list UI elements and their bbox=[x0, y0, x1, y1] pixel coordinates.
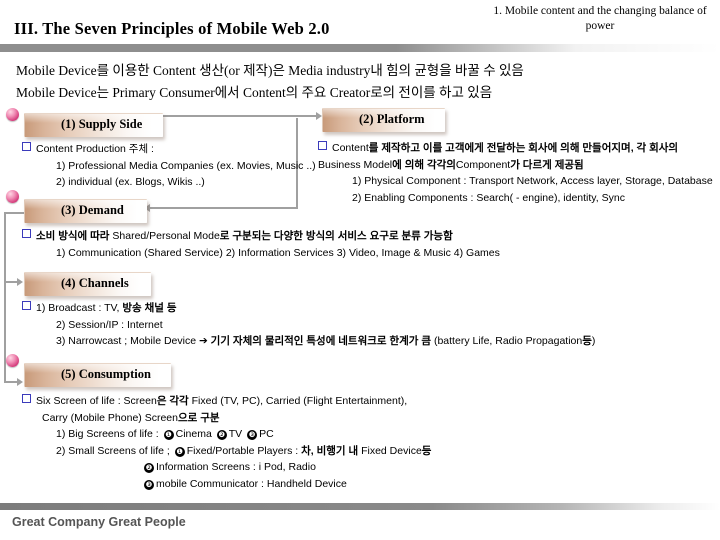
section-banner-demand-label: (3) Demand bbox=[61, 203, 124, 217]
arrow-spine-to-channels-icon bbox=[17, 278, 23, 286]
consumption-line-2: Carry (Mobile Phone) Screen으로 구분 bbox=[42, 411, 220, 424]
platform-line-3: 1) Physical Component : Transport Networ… bbox=[352, 175, 713, 187]
section-body-channels: 1) Broadcast : TV, 방송 채널 등 2) Session/IP… bbox=[22, 300, 642, 350]
platform-line-4: 2) Enabling Components : Search( - engin… bbox=[352, 191, 625, 204]
connector-spine-head bbox=[4, 212, 26, 214]
connector-platform-to-demand bbox=[150, 207, 298, 209]
circled-number-3-icon: ❸ bbox=[144, 479, 154, 490]
demand-line-2: 1) Communication (Shared Service) 2) Inf… bbox=[56, 246, 500, 259]
channels-line-2: 2) Session/IP : Internet bbox=[56, 318, 163, 331]
page-title: III. The Seven Principles of Mobile Web … bbox=[14, 19, 330, 38]
platform-line-1: Content를 제작하고 이를 고객에게 전달하는 회사에 의해 만들어지며,… bbox=[318, 140, 718, 157]
footer-tagline: Great Company Great People bbox=[12, 515, 186, 529]
section-banner-channels-label: (4) Channels bbox=[61, 276, 129, 290]
square-bullet-icon bbox=[22, 301, 31, 310]
supply-line-1: Content Production 주체 : bbox=[22, 141, 322, 158]
platform-line-2: Business Model에 의해 각각의Component가 다르게 제공됨 bbox=[318, 158, 584, 171]
supply-line-2: 1) Professional Media Companies (ex. Mov… bbox=[56, 159, 316, 172]
section-banner-demand: (3) Demand bbox=[24, 199, 147, 223]
circled-number-1-icon: ❶ bbox=[163, 430, 174, 440]
circled-number-2-icon: ❷ bbox=[144, 463, 154, 473]
intro-line-1: Mobile Device를 이용한 Content 생산(or 제작)은 Me… bbox=[16, 63, 524, 78]
section-banner-platform-label: (2) Platform bbox=[359, 112, 425, 126]
section-banner-consumption-label: (5) Consumption bbox=[61, 367, 151, 381]
consumption-line-5: ❷ Information Screens : i Pod, Radio bbox=[144, 461, 316, 473]
connector-spine-to-consumption bbox=[4, 381, 18, 383]
section-banner-consumption: (5) Consumption bbox=[24, 363, 171, 387]
square-bullet-icon bbox=[22, 394, 31, 403]
header-divider bbox=[0, 44, 720, 52]
connector-channels-branch bbox=[4, 296, 6, 306]
square-bullet-icon bbox=[318, 141, 327, 150]
slide-canvas: III. The Seven Principles of Mobile Web … bbox=[0, 0, 720, 540]
consumption-line-4: 2) Small Screens of life ; ❶ Fixed/Portab… bbox=[56, 444, 432, 457]
circled-number-2-icon: ❷ bbox=[216, 430, 227, 440]
section-body-supply: Content Production 주체 : 1) Professional … bbox=[22, 141, 322, 191]
section-body-demand: 소비 방식에 따라 Shared/Personal Mode로 구분되는 다양한… bbox=[22, 228, 562, 261]
supply-line-3: 2) individual (ex. Blogs, Wikis ..) bbox=[56, 176, 205, 188]
section-body-platform: Content를 제작하고 이를 고객에게 전달하는 회사에 의해 만들어지며,… bbox=[318, 140, 718, 206]
circled-number-1-icon: ❶ bbox=[174, 446, 185, 457]
section-body-consumption: Six Screen of life : Screen은 각각 Fixed (T… bbox=[22, 393, 492, 492]
intro-line-2: Mobile Device는 Primary Consumer에서 Conten… bbox=[16, 85, 493, 100]
section-banner-platform: (2) Platform bbox=[322, 108, 445, 132]
consumption-line-6: ❸ mobile Communicator : Handheld Device bbox=[144, 477, 347, 490]
square-bullet-icon bbox=[22, 229, 31, 238]
consumption-line-3: 1) Big Screens of life : ❶ Cinema ❷ TV ❸ PC bbox=[56, 428, 274, 440]
orb-marker-consumption-icon bbox=[6, 354, 19, 367]
section-banner-supply-label: (1) Supply Side bbox=[61, 117, 143, 131]
channels-line-1: 1) Broadcast : TV, 방송 채널 등 bbox=[22, 300, 642, 317]
header-subtitle: 1. Mobile content and the changing balan… bbox=[493, 5, 707, 32]
orb-marker-demand-icon bbox=[6, 190, 19, 203]
arrow-spine-to-consumption-icon bbox=[17, 378, 23, 386]
section-banner-channels: (4) Channels bbox=[24, 272, 151, 296]
footer-divider bbox=[0, 503, 720, 510]
circled-number-3-icon: ❸ bbox=[247, 430, 258, 440]
demand-line-1: 소비 방식에 따라 Shared/Personal Mode로 구분되는 다양한… bbox=[22, 228, 562, 245]
consumption-line-1: Six Screen of life : Screen은 각각 Fixed (T… bbox=[22, 393, 492, 410]
connector-spine-to-channels bbox=[4, 281, 18, 283]
square-bullet-icon bbox=[22, 142, 31, 151]
orb-marker-supply-icon bbox=[6, 108, 19, 121]
section-banner-supply: (1) Supply Side bbox=[24, 113, 163, 137]
intro-block: Mobile Device를 이용한 Content 생산(or 제작)은 Me… bbox=[16, 60, 706, 104]
channels-line-3: 3) Narrowcast ; Mobile Device ➔ 기기 자체의 물… bbox=[56, 335, 596, 347]
